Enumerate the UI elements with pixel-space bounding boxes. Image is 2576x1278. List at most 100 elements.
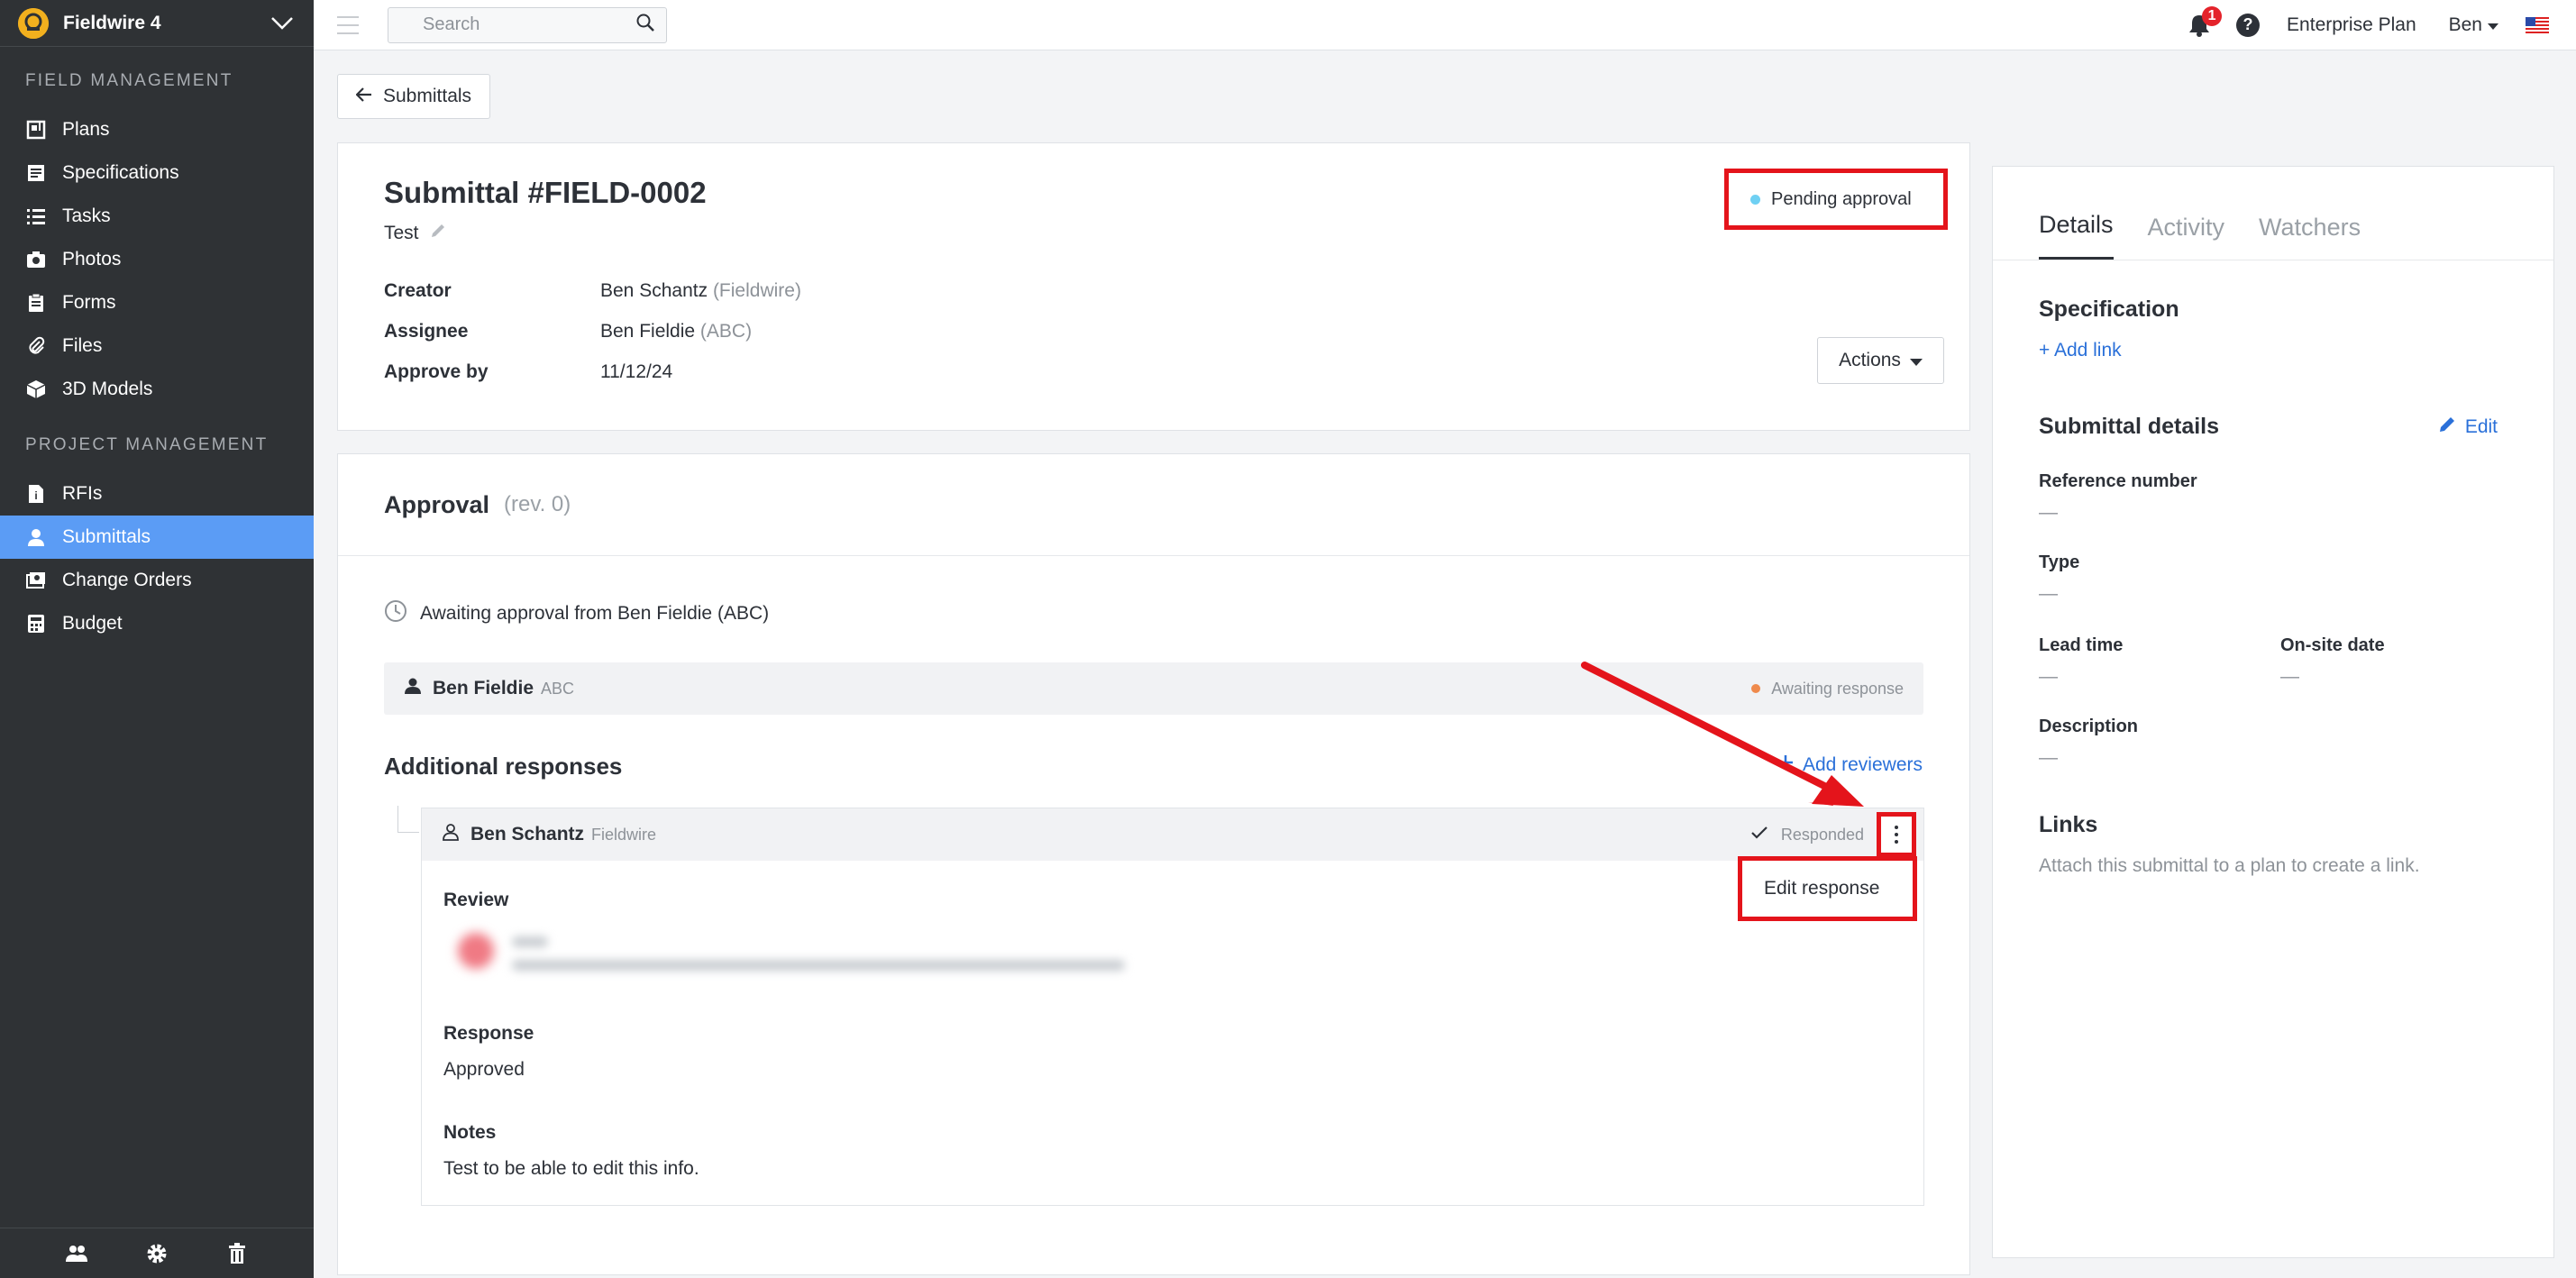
tab-watchers[interactable]: Watchers: [2259, 214, 2361, 260]
response-more-options-button[interactable]: [1877, 812, 1916, 857]
search-input[interactable]: Search: [388, 6, 667, 43]
tasks-icon: [25, 205, 47, 227]
us-flag-icon[interactable]: [2526, 16, 2549, 33]
sidebar-item-change-orders[interactable]: Change Orders: [0, 559, 314, 602]
help-icon[interactable]: ?: [2236, 13, 2261, 37]
sidebar-item-3d-models[interactable]: 3D Models: [0, 368, 314, 411]
camera-icon: [25, 249, 47, 270]
status-dot: [1750, 194, 1760, 205]
plus-icon: [1777, 754, 1794, 776]
assignee-org: (ABC): [699, 321, 753, 342]
sidebar-item-submittals[interactable]: Submittals: [0, 516, 314, 559]
project-name: Fieldwire 4: [63, 12, 161, 33]
approval-title: Approval: [384, 490, 490, 518]
additional-responses-title: Additional responses: [384, 753, 623, 780]
description-label: Description: [2039, 717, 2139, 736]
sidebar-item-photos[interactable]: Photos: [0, 238, 314, 281]
submittal-meta: Creator Ben Schantz (Fieldwire) Assignee…: [384, 280, 801, 383]
sidebar-footer: [0, 1228, 314, 1278]
sidebar-item-specifications[interactable]: Specifications: [0, 151, 314, 195]
tab-activity[interactable]: Activity: [2148, 214, 2225, 260]
search-icon[interactable]: [635, 13, 655, 38]
type-label: Type: [2039, 552, 2080, 572]
reviewer-org: ABC: [541, 679, 575, 698]
back-button-label: Submittals: [383, 86, 472, 106]
sidebar-item-forms[interactable]: Forms: [0, 281, 314, 324]
response-card: Ben Schantz Fieldwire Responded Review R…: [421, 808, 1924, 1206]
response-header: Ben Schantz Fieldwire Responded: [422, 808, 1923, 861]
blurred-text: [512, 960, 1125, 971]
notification-badge: 1: [2202, 5, 2223, 26]
reviewer-row: Ben Fieldie ABC Awaiting response: [384, 662, 1923, 715]
review-label: Review: [443, 890, 509, 910]
pencil-icon[interactable]: [430, 223, 446, 244]
sidebar-item-rfis[interactable]: i RFIs: [0, 472, 314, 516]
gear-icon[interactable]: [145, 1242, 169, 1265]
add-reviewers-button[interactable]: Add reviewers: [1777, 754, 1923, 776]
plans-icon: [25, 119, 47, 141]
sidebar-item-label: Change Orders: [62, 570, 192, 590]
project-management-section-title: PROJECT MANAGEMENT: [25, 435, 269, 454]
description-value: —: [2039, 747, 2058, 768]
tab-details[interactable]: Details: [2039, 211, 2114, 260]
add-reviewers-label: Add reviewers: [1802, 754, 1923, 775]
submittal-name: Test: [384, 223, 446, 244]
rfi-icon: i: [25, 483, 47, 505]
details-tabs: Details Activity Watchers: [1993, 167, 2553, 260]
creator-org: (Fieldwire): [712, 280, 801, 301]
add-link-button[interactable]: + Add link: [2039, 340, 2122, 361]
sidebar-item-tasks[interactable]: Tasks: [0, 195, 314, 238]
sidebar-item-label: Photos: [62, 249, 122, 269]
sidebar-item-label: Plans: [62, 119, 110, 140]
sidebar-item-plans[interactable]: Plans: [0, 108, 314, 151]
assignee-value: Ben Fieldie (ABC): [600, 321, 801, 342]
response-status: Responded: [1750, 826, 1864, 844]
clock-icon: [384, 599, 407, 628]
edit-response-menu-item[interactable]: Edit response: [1738, 856, 1917, 921]
notifications-bell-icon[interactable]: 1: [2186, 5, 2223, 39]
sidebar-item-files[interactable]: Files: [0, 324, 314, 368]
response-status-text: Responded: [1780, 825, 1864, 844]
menu-icon[interactable]: [337, 15, 359, 34]
actions-dropdown-button[interactable]: Actions: [1817, 337, 1944, 384]
sidebar-item-label: 3D Models: [62, 379, 153, 399]
blurred-reviewer-avatar: [458, 933, 494, 969]
chevron-down-icon[interactable]: [269, 10, 296, 37]
plan-label[interactable]: Enterprise Plan: [2287, 14, 2416, 36]
cube-icon: [25, 379, 47, 400]
top-bar: Search 1 ? Enterprise Plan Ben: [314, 0, 2576, 50]
type-value: —: [2039, 583, 2058, 604]
edit-details-button[interactable]: Edit: [2438, 415, 2498, 439]
checkmark-icon: [1750, 826, 1768, 844]
edit-response-label: Edit response: [1764, 878, 1880, 899]
kebab-icon: [1895, 824, 1898, 845]
search-placeholder: Search: [423, 14, 480, 34]
sidebar-item-budget[interactable]: Budget: [0, 602, 314, 645]
approval-card: Approval (rev. 0) Awaiting approval from…: [337, 453, 1970, 1275]
trash-icon[interactable]: [225, 1242, 249, 1265]
submittal-details-title: Submittal details: [2039, 414, 2220, 439]
response-value: Approved: [443, 1059, 525, 1080]
responder-name: Ben Schantz: [470, 824, 585, 844]
approve-by-label: Approve by: [384, 361, 489, 382]
onsite-date-label: On-site date: [2280, 635, 2385, 655]
specification-title: Specification: [2039, 297, 2179, 322]
approval-header: Approval (rev. 0): [338, 454, 1969, 556]
assignee-name: Ben Fieldie: [600, 321, 696, 342]
user-menu[interactable]: Ben: [2449, 14, 2498, 36]
submittal-header-card: Submittal #FIELD-0002 Test Pending appro…: [337, 142, 1970, 431]
user-icon: [404, 677, 422, 700]
project-switcher[interactable]: Fieldwire 4: [0, 0, 314, 47]
onsite-date-value: —: [2280, 666, 2299, 687]
submittals-icon: [25, 526, 47, 548]
assignee-label: Assignee: [384, 321, 469, 342]
reviewer-status: Awaiting response: [1751, 680, 1904, 698]
back-to-submittals-button[interactable]: Submittals: [337, 74, 491, 119]
people-icon[interactable]: [65, 1242, 88, 1265]
arrow-left-icon: [355, 86, 372, 107]
submittal-name-text: Test: [384, 223, 419, 243]
response-label: Response: [443, 1023, 534, 1044]
links-description: Attach this submittal to a plan to creat…: [2039, 855, 2420, 876]
notes-value: Test to be able to edit this info.: [443, 1158, 699, 1179]
status-badge[interactable]: Pending approval: [1724, 169, 1948, 230]
